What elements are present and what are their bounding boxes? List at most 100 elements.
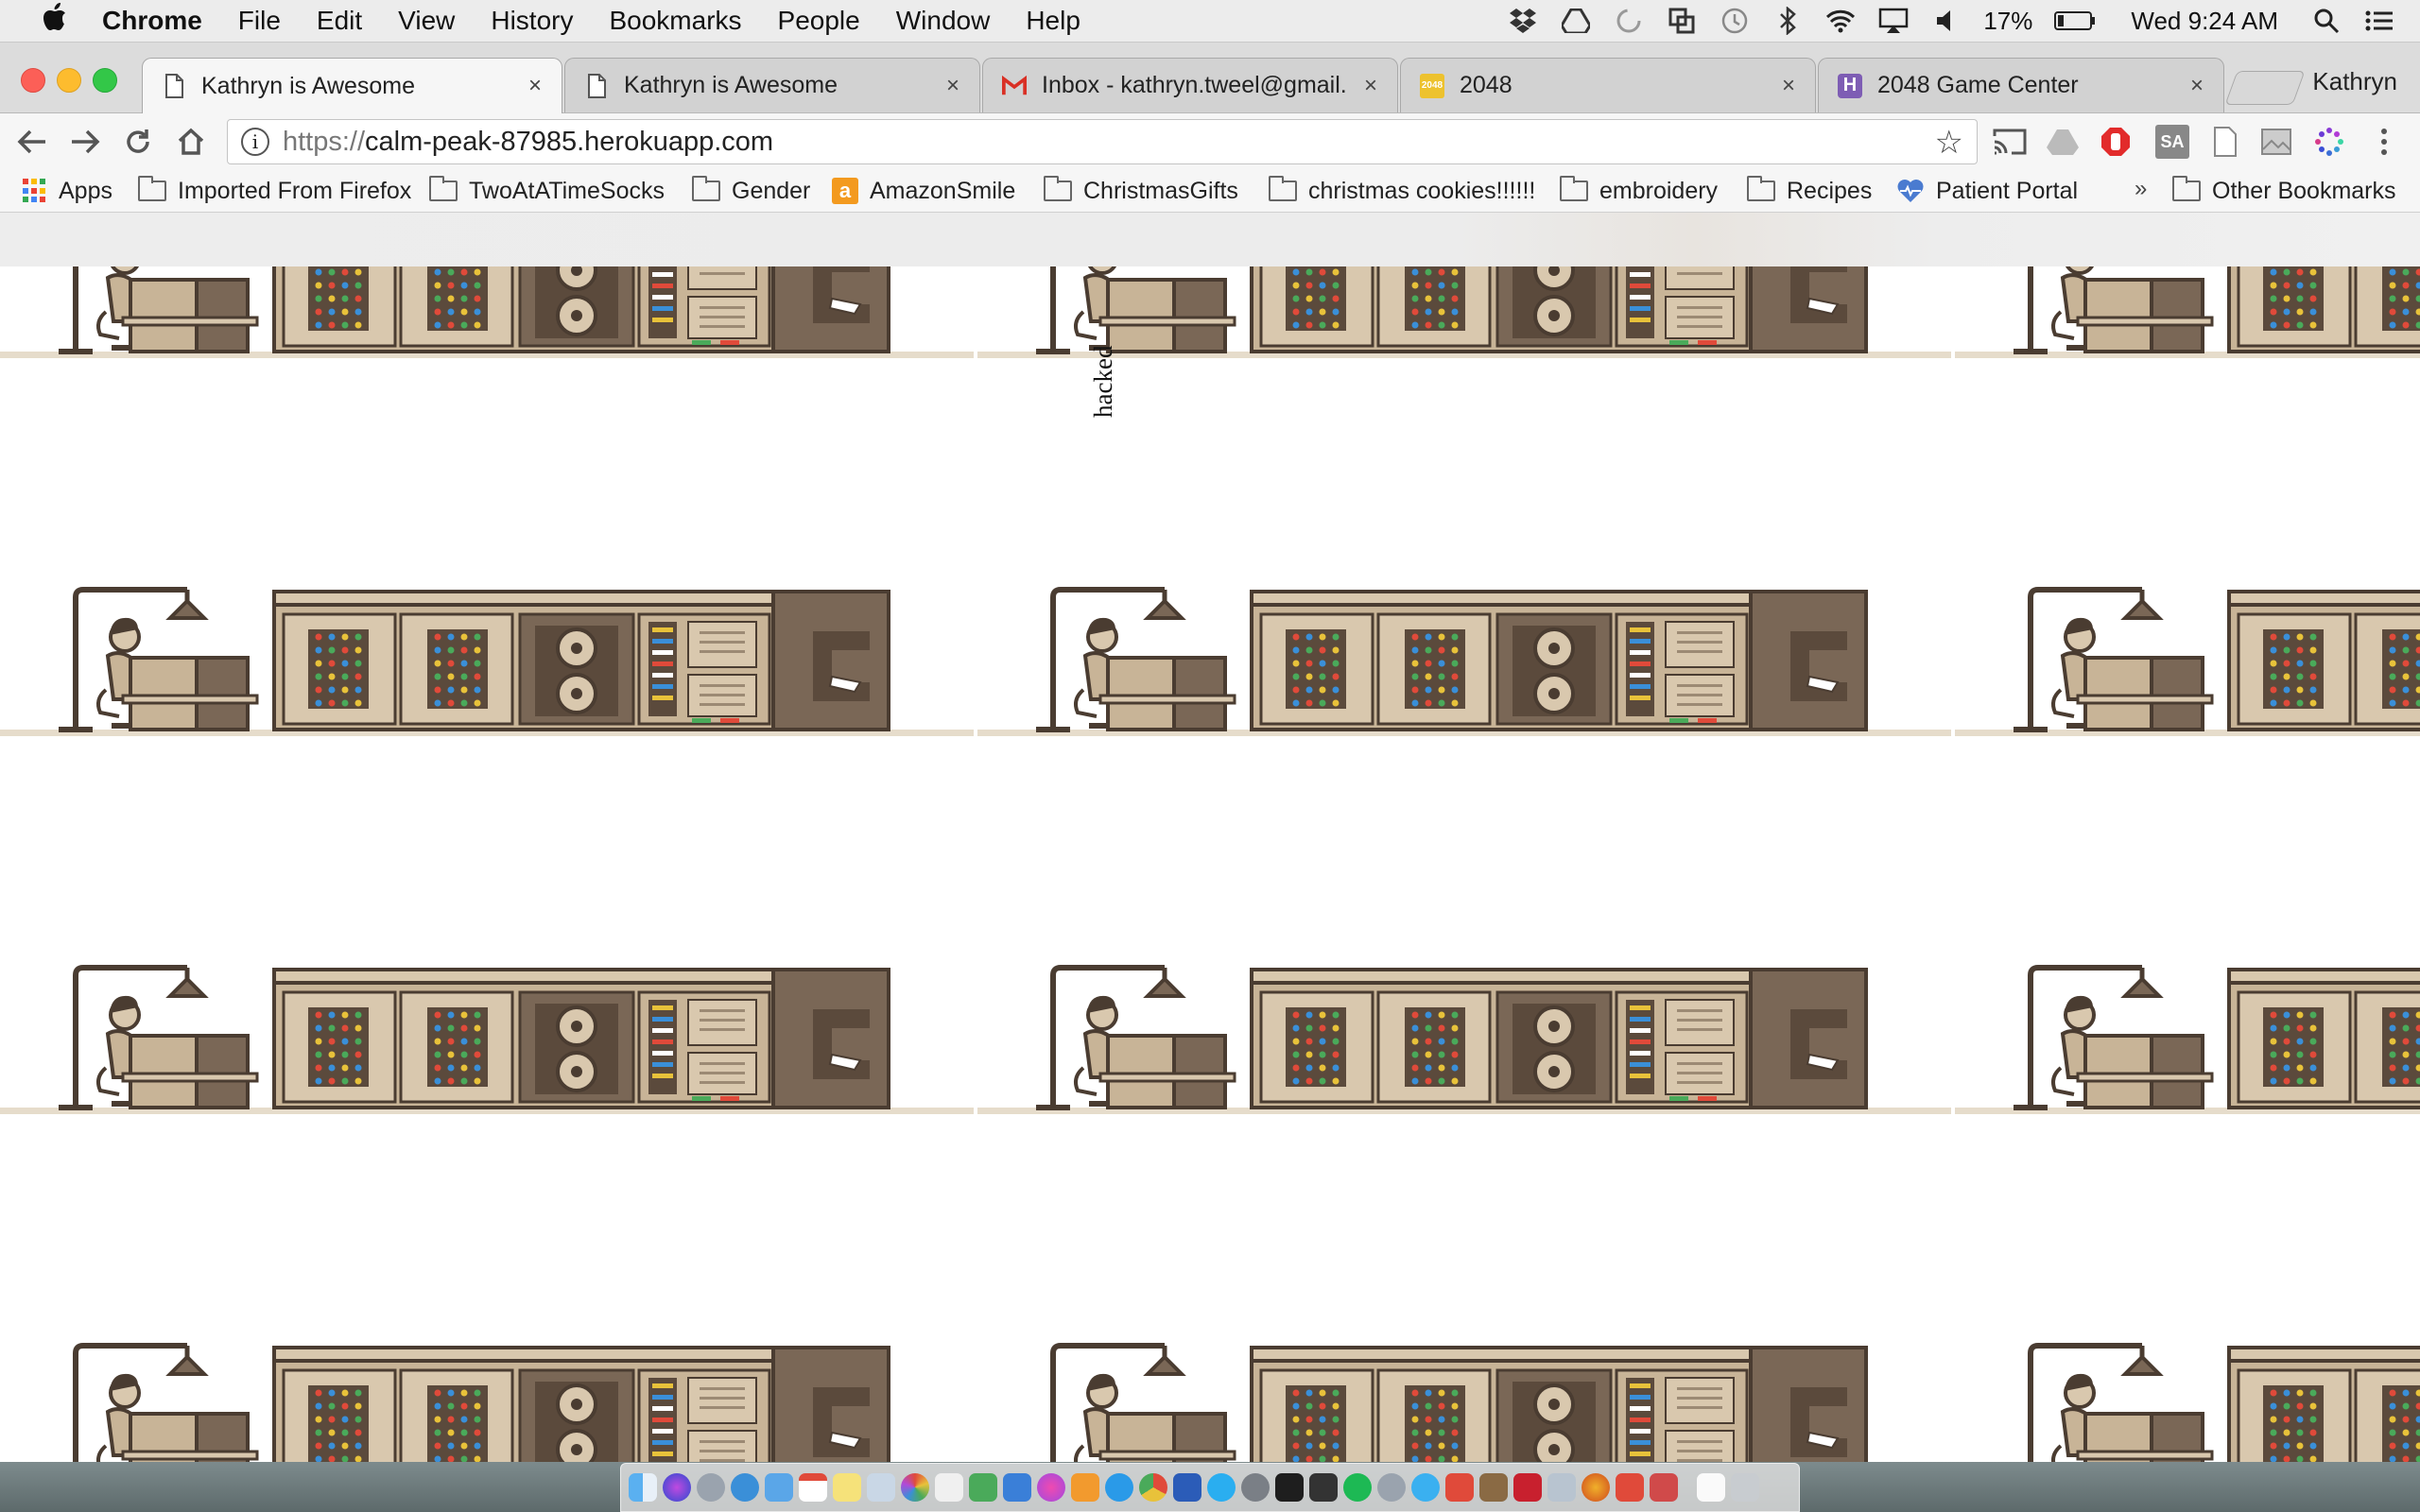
- close-tab-icon[interactable]: ×: [940, 73, 966, 99]
- back-arrow-icon[interactable]: [11, 121, 53, 163]
- disk-utility-icon[interactable]: [1377, 1473, 1406, 1502]
- menu-window[interactable]: Window: [896, 6, 991, 36]
- parallels-icon[interactable]: [1650, 1473, 1678, 1502]
- bookmark-apps[interactable]: Apps: [23, 176, 112, 206]
- photos-icon[interactable]: [901, 1473, 929, 1502]
- safari-icon[interactable]: [731, 1473, 759, 1502]
- volume-icon[interactable]: [1930, 5, 1962, 37]
- menu-people[interactable]: People: [778, 6, 860, 36]
- notes-icon[interactable]: [833, 1473, 861, 1502]
- close-tab-icon[interactable]: ×: [1357, 73, 1384, 99]
- tab-gmail-inbox[interactable]: Inbox - kathryn.tweel@gmail. ×: [982, 58, 1398, 112]
- close-tab-icon[interactable]: ×: [2184, 73, 2210, 99]
- google-drive-extension-icon[interactable]: [2046, 125, 2080, 159]
- airplay-icon[interactable]: [1877, 5, 1910, 37]
- calendar-icon[interactable]: [799, 1473, 827, 1502]
- site-info-icon[interactable]: i: [241, 128, 269, 156]
- notification-center-icon[interactable]: [2363, 5, 2395, 37]
- zotero-icon[interactable]: [1513, 1473, 1542, 1502]
- spotlight-search-icon[interactable]: [2310, 5, 2342, 37]
- keynote-icon[interactable]: [1003, 1473, 1031, 1502]
- minimize-window-button[interactable]: [57, 68, 81, 93]
- sync-spinner-icon[interactable]: [1613, 5, 1645, 37]
- google-drive-icon[interactable]: [1560, 5, 1592, 37]
- apple-menu-icon[interactable]: [36, 3, 74, 39]
- image-capture-icon[interactable]: [1547, 1473, 1576, 1502]
- bluetooth-icon[interactable]: [1772, 5, 1804, 37]
- url-scheme: https://: [283, 126, 366, 157]
- document-icon[interactable]: [1697, 1473, 1725, 1502]
- tab-2048-game-center[interactable]: H 2048 Game Center ×: [1818, 58, 2224, 112]
- menu-app-name[interactable]: Chrome: [102, 6, 202, 36]
- reload-icon[interactable]: [117, 121, 159, 163]
- terminal-icon[interactable]: [1275, 1473, 1304, 1502]
- spotify-icon[interactable]: [1343, 1473, 1372, 1502]
- bookmark-star-icon[interactable]: ☆: [1935, 124, 1963, 162]
- cast-icon[interactable]: [1993, 125, 2027, 159]
- menubar-clock[interactable]: Wed 9:24 AM: [2131, 7, 2278, 36]
- bookmark-folder-christmas-cookies[interactable]: christmas cookies!!!!!!: [1269, 176, 1535, 206]
- bookmark-patient-portal[interactable]: Patient Portal: [1896, 176, 2078, 206]
- bookmark-folder-gender[interactable]: Gender: [692, 176, 810, 206]
- profile-name[interactable]: Kathryn: [2312, 67, 2397, 96]
- bookmark-folder-recipes[interactable]: Recipes: [1747, 176, 1872, 206]
- tab-kathryn-is-awesome-active[interactable]: Kathryn is Awesome ×: [142, 58, 562, 113]
- tab-kathryn-is-awesome[interactable]: Kathryn is Awesome ×: [564, 58, 980, 112]
- popcorn-icon[interactable]: [1445, 1473, 1474, 1502]
- bolt-app-icon[interactable]: [1616, 1473, 1644, 1502]
- document-extension-icon[interactable]: [2208, 125, 2242, 159]
- forward-arrow-icon[interactable]: [64, 121, 106, 163]
- close-tab-icon[interactable]: ×: [1775, 73, 1802, 99]
- activity-monitor-icon[interactable]: [1309, 1473, 1338, 1502]
- bookmark-folder-embroidery[interactable]: embroidery: [1560, 176, 1718, 206]
- menu-history[interactable]: History: [491, 6, 573, 36]
- dropbox-icon[interactable]: [1507, 5, 1539, 37]
- chrome-menu-icon[interactable]: [2367, 125, 2401, 159]
- close-window-button[interactable]: [21, 68, 45, 93]
- screenshot-extension-icon[interactable]: [2259, 125, 2293, 159]
- ibooks-icon[interactable]: [1071, 1473, 1099, 1502]
- wifi-icon[interactable]: [1824, 5, 1857, 37]
- menu-view[interactable]: View: [398, 6, 455, 36]
- finder-icon[interactable]: [629, 1473, 657, 1502]
- firefox-icon[interactable]: [1582, 1473, 1610, 1502]
- system-preferences-icon[interactable]: [1241, 1473, 1270, 1502]
- mail-icon[interactable]: [765, 1473, 793, 1502]
- dots-extension-icon[interactable]: [2312, 125, 2346, 159]
- word-icon[interactable]: [1173, 1473, 1201, 1502]
- bookmarks-overflow-chevron-icon[interactable]: »: [2135, 176, 2147, 202]
- siri-icon[interactable]: [663, 1473, 691, 1502]
- trash-icon[interactable]: [1731, 1473, 1759, 1502]
- menu-help[interactable]: Help: [1026, 6, 1080, 36]
- itunes-icon[interactable]: [1037, 1473, 1065, 1502]
- new-tab-button[interactable]: [2224, 71, 2306, 105]
- adblock-stop-icon[interactable]: [2099, 125, 2133, 159]
- tab-2048[interactable]: 2048 2048 ×: [1400, 58, 1816, 112]
- bookmark-folder-imported-from-firefox[interactable]: Imported From Firefox: [138, 176, 411, 206]
- launchpad-icon[interactable]: [697, 1473, 725, 1502]
- address-bar[interactable]: i https:// calm-peak-87985.herokuapp.com…: [227, 119, 1978, 164]
- menu-bookmarks[interactable]: Bookmarks: [609, 6, 741, 36]
- sa-extension-icon[interactable]: SA: [2155, 125, 2189, 159]
- bookmark-folder-christmasgifts[interactable]: ChristmasGifts: [1044, 176, 1238, 206]
- battery-icon[interactable]: [2053, 5, 2097, 37]
- home-icon[interactable]: [170, 121, 212, 163]
- archive-icon[interactable]: [1479, 1473, 1508, 1502]
- bookmark-label: christmas cookies!!!!!!: [1308, 177, 1536, 204]
- messages-icon[interactable]: [1411, 1473, 1440, 1502]
- close-tab-icon[interactable]: ×: [522, 73, 548, 99]
- app-store-icon[interactable]: [1105, 1473, 1133, 1502]
- pages-icon[interactable]: [935, 1473, 963, 1502]
- window-manager-icon[interactable]: [1666, 5, 1698, 37]
- chrome-icon[interactable]: [1139, 1473, 1167, 1502]
- preview-icon[interactable]: [867, 1473, 895, 1502]
- bookmark-folder-twoatatimesocks[interactable]: TwoAtATimeSocks: [429, 176, 665, 206]
- numbers-icon[interactable]: [969, 1473, 997, 1502]
- zoom-window-button[interactable]: [93, 68, 117, 93]
- menu-file[interactable]: File: [238, 6, 281, 36]
- bookmark-folder-other-bookmarks[interactable]: Other Bookmarks: [2172, 176, 2396, 206]
- skype-icon[interactable]: [1207, 1473, 1236, 1502]
- menu-edit[interactable]: Edit: [317, 6, 362, 36]
- bookmark-amazonsmile[interactable]: a AmazonSmile: [832, 176, 1015, 206]
- time-machine-icon[interactable]: [1719, 5, 1751, 37]
